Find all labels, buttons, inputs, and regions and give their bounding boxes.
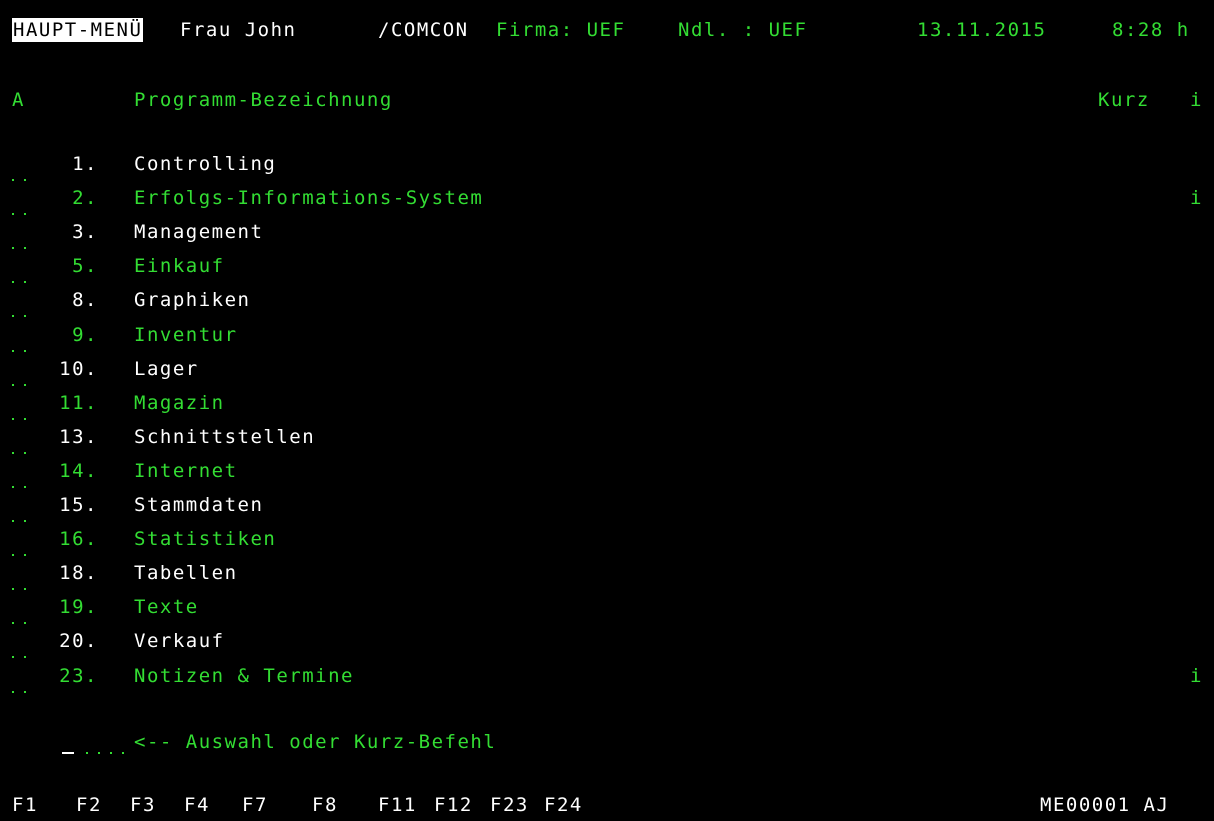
row-select-field[interactable] — [12, 554, 14, 556]
function-key-f2[interactable]: F2 — [76, 793, 102, 817]
function-key-f11[interactable]: F11 — [378, 793, 417, 817]
ndl-label: Ndl. : UEF — [678, 19, 808, 41]
row-select-field-dot — [24, 179, 26, 181]
row-select-field-dot — [24, 588, 26, 590]
menu-item-label[interactable]: Texte — [134, 595, 199, 619]
row-select-field-dot — [24, 622, 26, 624]
menu-item-number: 16. — [59, 528, 98, 550]
prompt-hint: <-- Auswahl oder Kurz-Befehl — [134, 731, 497, 753]
row-select-field[interactable] — [12, 315, 14, 317]
date: 13.11.2015 — [917, 19, 1047, 41]
row-select-field[interactable] — [12, 486, 14, 488]
row-select-field[interactable] — [12, 656, 14, 658]
input-field-dot — [98, 752, 100, 754]
function-key-f7[interactable]: F7 — [242, 793, 268, 817]
row-select-field-dot — [24, 247, 26, 249]
row-select-field[interactable] — [12, 691, 14, 693]
function-key-f1[interactable]: F1 — [12, 793, 38, 817]
function-key-f24[interactable]: F24 — [544, 793, 583, 817]
row-select-field[interactable] — [12, 281, 14, 283]
menu-item-number: 14. — [59, 460, 98, 482]
menu-item-label[interactable]: Einkauf — [134, 254, 225, 278]
menu-item-label[interactable]: Erfolgs-Informations-System — [134, 186, 483, 210]
menu-item-label[interactable]: Notizen & Termine — [134, 664, 354, 688]
row-select-field-dot — [24, 350, 26, 352]
row-select-field[interactable] — [12, 179, 14, 181]
menu-item-number: 1. — [72, 153, 98, 175]
menu-item-label[interactable]: Schnittstellen — [134, 425, 315, 449]
user-name: Frau John — [180, 19, 297, 41]
menu-item-number: 20. — [59, 630, 98, 652]
function-key-f23[interactable]: F23 — [490, 793, 529, 817]
screen-id: ME00001 AJ — [1040, 794, 1170, 816]
menu-item-label[interactable]: Statistiken — [134, 527, 276, 551]
row-select-field-dot — [24, 486, 26, 488]
firma-label: Firma: UEF — [496, 19, 626, 41]
menu-item-label[interactable]: Internet — [134, 459, 238, 483]
function-key-f8[interactable]: F8 — [312, 793, 338, 817]
row-select-field[interactable] — [12, 622, 14, 624]
row-select-field[interactable] — [12, 418, 14, 420]
system-name: /COMCON — [378, 19, 469, 41]
menu-item-number: 9. — [72, 324, 98, 346]
column-a-header: A — [12, 89, 25, 111]
column-program-header: Programm-Bezeichnung — [134, 89, 393, 111]
screen-title: HAUPT-MENÜ — [12, 18, 144, 42]
row-select-field[interactable] — [12, 588, 14, 590]
menu-item-number: 15. — [59, 494, 98, 516]
row-select-field-dot — [24, 656, 26, 658]
menu-item-number: 2. — [72, 187, 98, 209]
menu-item-number: 23. — [59, 665, 98, 687]
row-select-field-dot — [24, 281, 26, 283]
row-select-field-dot — [24, 520, 26, 522]
row-select-field[interactable] — [12, 384, 14, 386]
menu-item-label[interactable]: Lager — [134, 357, 199, 381]
column-info-header: i — [1190, 89, 1203, 111]
menu-item-info-icon[interactable]: i — [1190, 664, 1203, 688]
menu-item-number: 10. — [59, 358, 98, 380]
row-select-field[interactable] — [12, 247, 14, 249]
menu-item-number: 11. — [59, 392, 98, 414]
row-select-field-dot — [24, 418, 26, 420]
input-field-dot — [86, 752, 88, 754]
input-field-dot — [110, 752, 112, 754]
menu-item-number: 5. — [72, 255, 98, 277]
menu-item-label[interactable]: Verkauf — [134, 629, 225, 653]
row-select-field-dot — [24, 554, 26, 556]
column-kurz-header: Kurz — [1098, 89, 1150, 111]
function-key-f3[interactable]: F3 — [130, 793, 156, 817]
menu-item-number: 8. — [72, 289, 98, 311]
menu-item-info-icon[interactable]: i — [1190, 186, 1203, 210]
row-select-field[interactable] — [12, 350, 14, 352]
input-field-dot — [122, 752, 124, 754]
row-select-field-dot — [24, 213, 26, 215]
menu-item-label[interactable]: Inventur — [134, 323, 238, 347]
menu-item-label[interactable]: Graphiken — [134, 288, 250, 312]
row-select-field-dot — [24, 691, 26, 693]
row-select-field[interactable] — [12, 520, 14, 522]
menu-item-number: 19. — [59, 596, 98, 618]
row-select-field[interactable] — [12, 452, 14, 454]
menu-item-label[interactable]: Magazin — [134, 391, 225, 415]
menu-item-label[interactable]: Management — [134, 220, 263, 244]
selection-input[interactable] — [62, 733, 122, 757]
menu-item-label[interactable]: Controlling — [134, 152, 276, 176]
menu-item-number: 18. — [59, 562, 98, 584]
menu-item-number: 3. — [72, 221, 98, 243]
time: 8:28 h — [1112, 19, 1190, 41]
row-select-field-dot — [24, 384, 26, 386]
menu-item-number: 13. — [59, 426, 98, 448]
menu-item-label[interactable]: Stammdaten — [134, 493, 263, 517]
row-select-field-dot — [24, 452, 26, 454]
row-select-field[interactable] — [12, 213, 14, 215]
row-select-field-dot — [24, 315, 26, 317]
menu-item-label[interactable]: Tabellen — [134, 561, 238, 585]
function-key-f4[interactable]: F4 — [184, 793, 210, 817]
function-key-f12[interactable]: F12 — [434, 793, 473, 817]
